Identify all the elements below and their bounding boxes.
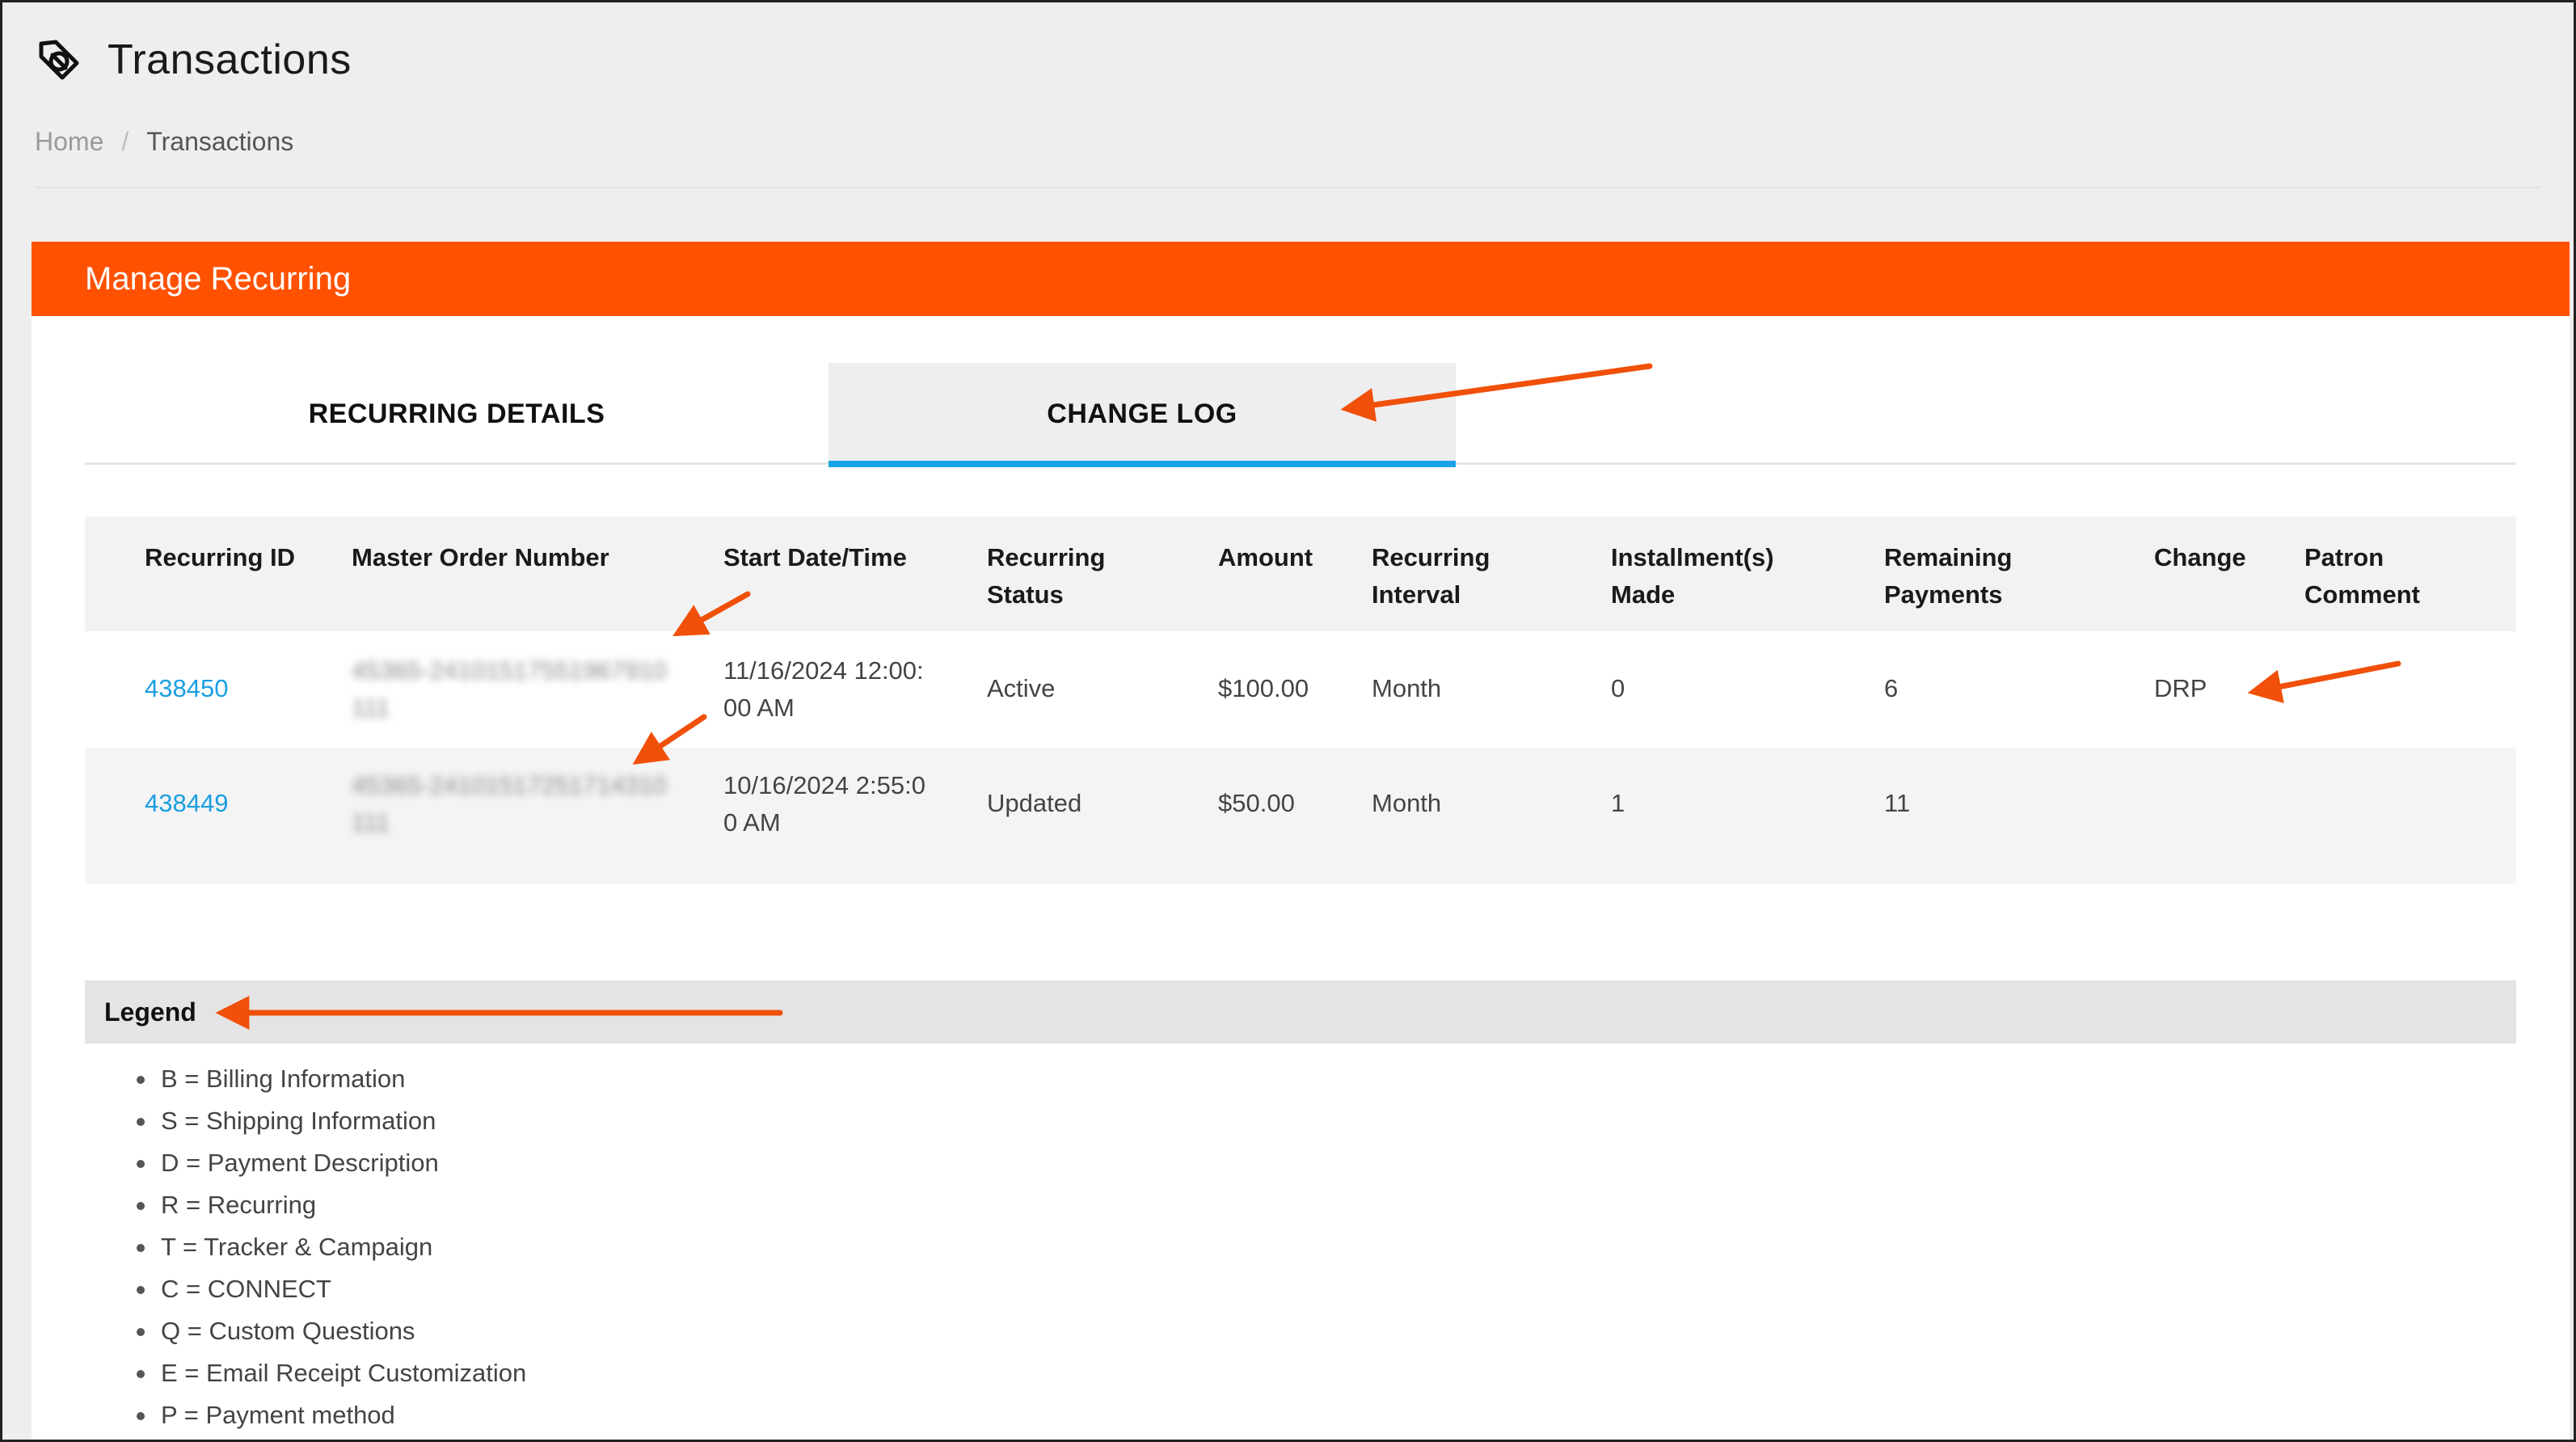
legend-item: Q = Custom Questions <box>137 1310 526 1352</box>
app-window: Transactions Home / Transactions Manage … <box>0 0 2576 1442</box>
header-divider <box>35 187 2541 188</box>
legend-item: D = Payment Description <box>137 1142 526 1184</box>
breadcrumb: Home / Transactions <box>35 127 293 157</box>
legend-item: T = Tracker & Campaign <box>137 1226 526 1268</box>
table-header: Recurring ID Master Order Number Start D… <box>85 517 2516 631</box>
page-header: Transactions <box>35 32 352 88</box>
master-order-number: 45365-24101517551967910 111 <box>352 656 667 722</box>
tab-recurring-details[interactable]: RECURRING DETAILS <box>85 363 828 465</box>
tab-change-log[interactable]: CHANGE LOG <box>828 363 1456 467</box>
col-recurring-id: Recurring ID <box>145 543 296 571</box>
col-patron-comment: Patron Comment <box>2304 543 2420 609</box>
tab-bar: RECURRING DETAILS CHANGE LOG <box>85 363 2516 467</box>
remaining-payments: 6 <box>1884 674 1899 702</box>
master-order-number: 45365-24101517251714310 111 <box>352 771 667 837</box>
tag-logo-icon <box>39 40 79 80</box>
legend-item: R = Recurring <box>137 1184 526 1226</box>
col-recurring-status: Recurring Status <box>987 543 1106 609</box>
recurring-interval: Month <box>1372 789 1442 817</box>
manage-recurring-panel: Manage Recurring RECURRING DETAILS CHANG… <box>32 242 2570 1440</box>
page-title: Transactions <box>108 36 352 83</box>
change-code: DRP <box>2154 674 2207 702</box>
legend-list: B = Billing Information S = Shipping Inf… <box>137 1058 526 1436</box>
recurring-id-link[interactable]: 438450 <box>145 670 228 707</box>
col-change: Change <box>2154 543 2246 571</box>
panel-header: Manage Recurring <box>32 242 2570 316</box>
col-remaining-payments: Remaining Payments <box>1884 543 2013 609</box>
start-date-time: 10/16/2024 2:55:0 0 AM <box>723 771 925 837</box>
col-master-order-number: Master Order Number <box>352 543 609 571</box>
recurring-interval: Month <box>1372 674 1442 702</box>
table-row: 438449 45365-24101517251714310 111 10/16/… <box>85 748 2516 883</box>
amount: $100.00 <box>1218 674 1309 702</box>
start-date-time: 11/16/2024 12:00: 00 AM <box>723 656 924 722</box>
legend-item: P = Payment method <box>137 1394 526 1436</box>
legend-item: S = Shipping Information <box>137 1100 526 1142</box>
recurring-status: Updated <box>987 789 1082 817</box>
col-amount: Amount <box>1218 543 1313 571</box>
installments-made: 1 <box>1611 789 1625 817</box>
legend-item: C = CONNECT <box>137 1268 526 1310</box>
recurring-status: Active <box>987 674 1056 702</box>
legend-header: Legend <box>85 980 2516 1044</box>
remaining-payments: 11 <box>1884 789 1911 817</box>
table-row: 438450 45365-24101517551967910 111 11/16/… <box>85 631 2516 748</box>
breadcrumb-separator: / <box>121 127 129 156</box>
col-recurring-interval: Recurring Interval <box>1372 543 1490 609</box>
panel-title: Manage Recurring <box>85 260 352 297</box>
col-start-date: Start Date/Time <box>723 543 907 571</box>
breadcrumb-current: Transactions <box>146 127 294 156</box>
legend-item: B = Billing Information <box>137 1058 526 1100</box>
recurring-id-link[interactable]: 438449 <box>145 785 228 822</box>
legend-title: Legend <box>104 997 196 1027</box>
amount: $50.00 <box>1218 789 1295 817</box>
col-installments-made: Installment(s) Made <box>1611 543 1774 609</box>
legend-item: E = Email Receipt Customization <box>137 1352 526 1394</box>
change-log-table: Recurring ID Master Order Number Start D… <box>85 517 2516 883</box>
breadcrumb-home-link[interactable]: Home <box>35 127 103 157</box>
installments-made: 0 <box>1611 674 1625 702</box>
